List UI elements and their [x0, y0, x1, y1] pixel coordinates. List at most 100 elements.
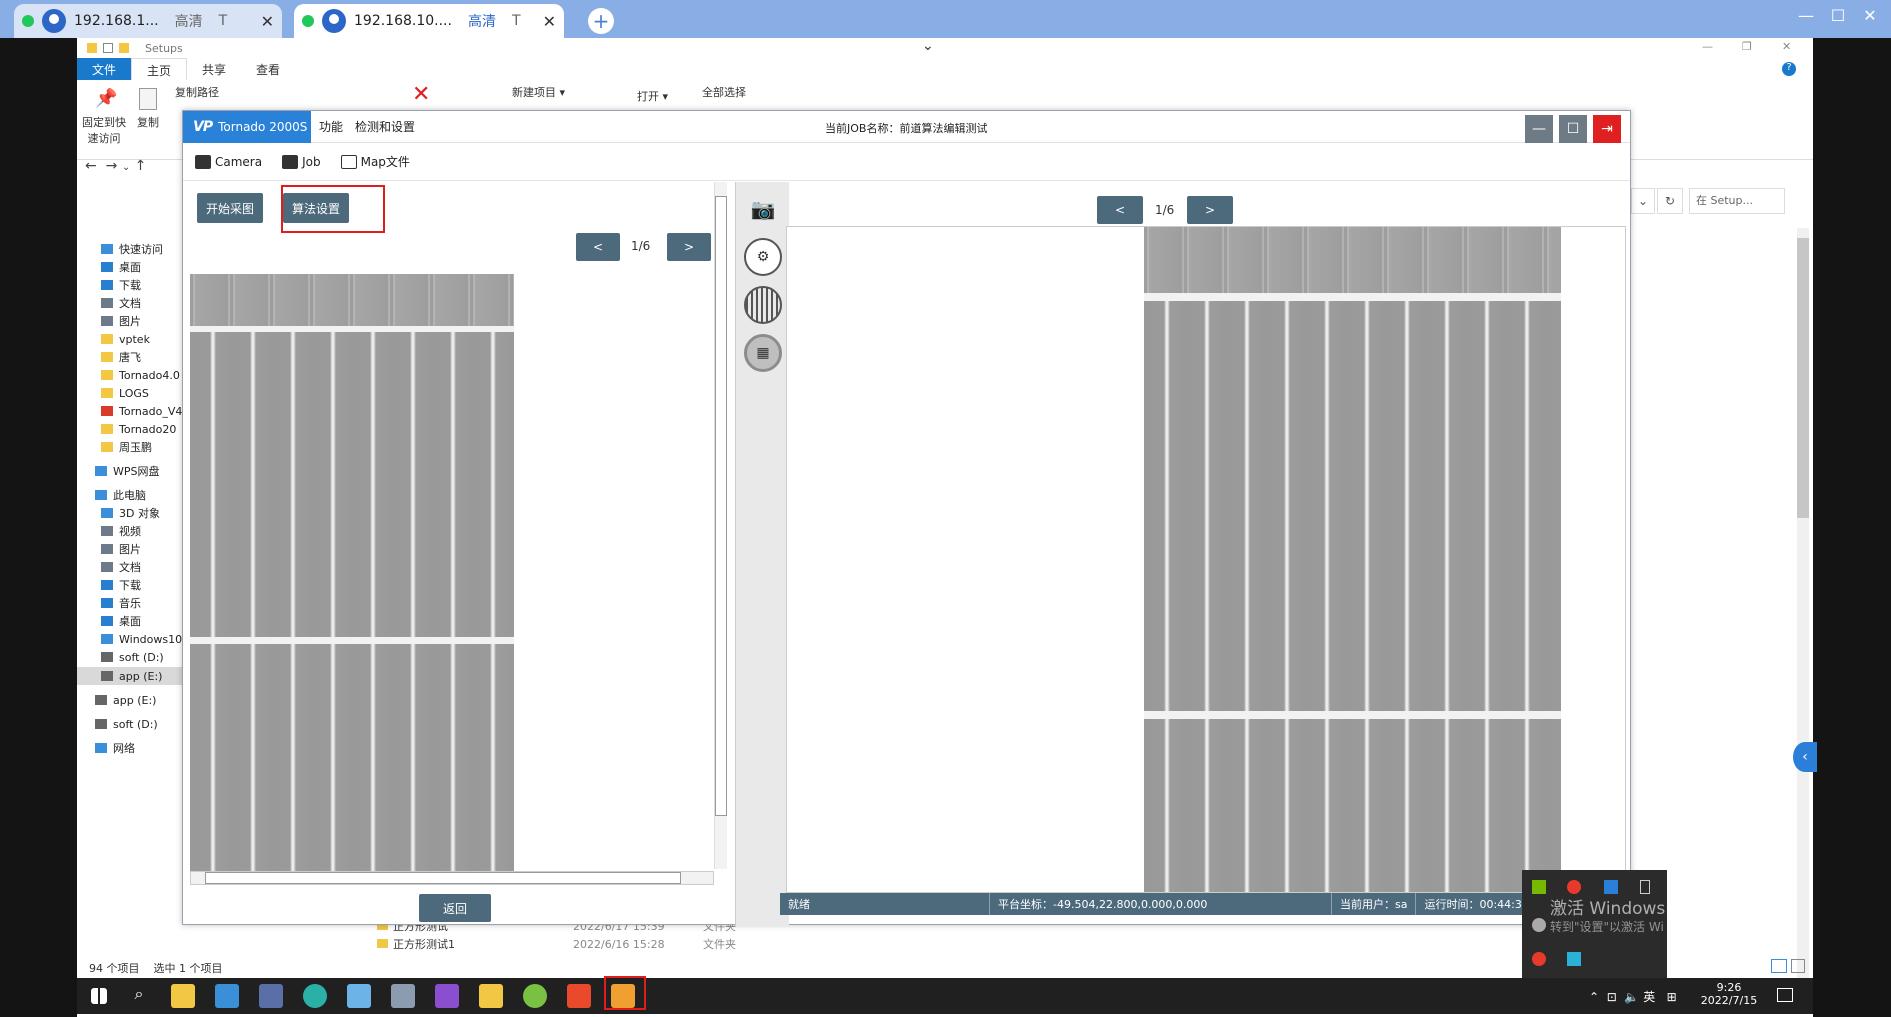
start-capture-button[interactable]: 开始采图: [197, 193, 263, 223]
select-all-button[interactable]: 全部选择: [702, 84, 746, 100]
nav-tree-item[interactable]: 桌面: [77, 258, 141, 276]
chevron-down-icon[interactable]: ⌄: [122, 162, 130, 173]
tornado-app-icon[interactable]: [567, 984, 591, 1008]
new-item-button[interactable]: 新建项目 ▾: [512, 84, 565, 100]
search-input[interactable]: 在 Setup...: [1689, 188, 1785, 214]
nav-tree-item[interactable]: 此电脑: [71, 486, 146, 504]
network-icon[interactable]: ⊡: [1607, 990, 1617, 1004]
nav-tree-item[interactable]: 音乐: [77, 594, 141, 612]
help-icon[interactable]: ?: [1782, 62, 1796, 76]
left-prev-button[interactable]: <: [576, 233, 620, 261]
nav-tree-item[interactable]: 下载: [77, 576, 141, 594]
minimize-icon[interactable]: —: [1790, 6, 1822, 25]
app-icon[interactable]: [523, 984, 547, 1008]
nav-tree-item[interactable]: soft (D:): [71, 715, 158, 733]
new-tab-button[interactable]: +: [588, 8, 614, 34]
left-next-button[interactable]: >: [667, 233, 711, 261]
visual-studio-icon[interactable]: [435, 984, 459, 1008]
file-row[interactable]: 正方形测试1 2022/6/16 15:28 文件夹: [377, 936, 736, 952]
nav-tree-item[interactable]: 下载: [77, 276, 141, 294]
app-minimize-button[interactable]: —: [1525, 115, 1553, 143]
nav-tree-item[interactable]: app (E:): [77, 667, 187, 685]
nav-tree-item[interactable]: soft (D:): [77, 648, 164, 666]
chevron-down-icon[interactable]: ⌄: [922, 38, 934, 54]
file-explorer-icon[interactable]: [479, 984, 503, 1008]
nav-tree-item[interactable]: 桌面: [77, 612, 141, 630]
restore-icon[interactable]: ❐: [1742, 40, 1752, 53]
left-horizontal-scrollbar[interactable]: [190, 871, 714, 885]
app-icon[interactable]: [1567, 952, 1581, 966]
nav-tree-item[interactable]: vptek: [77, 330, 150, 348]
settings-list-icon[interactable]: ⚙: [744, 238, 782, 276]
left-vertical-scrollbar[interactable]: [714, 182, 727, 869]
address-dropdown-icon[interactable]: ⌄: [1631, 188, 1655, 214]
camera-app-icon[interactable]: [391, 984, 415, 1008]
minimize-icon[interactable]: —: [1702, 40, 1713, 53]
remote-desktop-icon[interactable]: [259, 984, 283, 1008]
open-button[interactable]: 打开 ▾: [637, 88, 668, 104]
sogou-icon[interactable]: [1532, 952, 1546, 966]
nav-tree-item[interactable]: 图片: [77, 312, 141, 330]
camera-icon[interactable]: 📷: [744, 190, 782, 228]
nav-tree-item[interactable]: Tornado_V4: [77, 402, 182, 420]
nav-tree-item[interactable]: 快速访问: [77, 240, 163, 258]
nav-tree-item[interactable]: Windows10: [77, 630, 182, 648]
search-icon[interactable]: ⌕: [127, 984, 151, 1008]
menu-function[interactable]: 功能: [319, 118, 343, 135]
nav-tree-item[interactable]: Tornado4.0: [77, 366, 180, 384]
nav-tree-item[interactable]: 图片: [77, 540, 141, 558]
nav-tree-item[interactable]: app (E:): [71, 691, 156, 709]
nav-tree-item[interactable]: 视频: [77, 522, 141, 540]
details-view-icon[interactable]: [1771, 959, 1787, 973]
usb-icon[interactable]: [1640, 880, 1650, 894]
collapse-side-button[interactable]: ‹: [1793, 742, 1817, 772]
edge-browser-icon[interactable]: [303, 984, 327, 1008]
tab-view[interactable]: 查看: [241, 58, 295, 80]
up-arrow-icon[interactable]: ↑: [135, 158, 147, 174]
chevron-up-icon[interactable]: ⌃: [1589, 990, 1599, 1004]
windows-start-icon[interactable]: [91, 988, 107, 1004]
right-prev-button[interactable]: <: [1097, 196, 1143, 224]
nvidia-icon[interactable]: [1532, 880, 1546, 894]
nav-tree-item[interactable]: 文档: [77, 558, 141, 576]
nav-tree-item[interactable]: 周玉鹏: [77, 438, 152, 456]
close-tab-icon[interactable]: ✕: [543, 12, 556, 31]
browser-tab-2[interactable]: 192.168.10.... 高清 T ✕: [294, 4, 564, 38]
copy-button[interactable]: 复制: [133, 88, 163, 130]
image-view-icon[interactable]: ▦: [744, 334, 782, 372]
left-image-view[interactable]: [190, 274, 514, 871]
browser-tab-1[interactable]: 192.168.1... 高清 T ✕: [14, 4, 282, 38]
nav-tree-item[interactable]: 3D 对象: [77, 504, 160, 522]
nav-tree-item[interactable]: LOGS: [77, 384, 149, 402]
delete-icon[interactable]: ✕: [412, 82, 430, 107]
forward-arrow-icon[interactable]: →: [106, 158, 118, 174]
keyboard-icon[interactable]: ⊞: [1667, 990, 1677, 1004]
app-exit-button[interactable]: ⇥: [1593, 115, 1621, 143]
notification-icon[interactable]: [1777, 988, 1793, 1002]
clock[interactable]: 9:26 2022/7/15: [1699, 981, 1759, 1007]
app-icon[interactable]: [215, 984, 239, 1008]
checkbox-icon[interactable]: [103, 43, 113, 53]
right-image-view[interactable]: [786, 226, 1626, 893]
camera-button[interactable]: Camera: [195, 154, 262, 169]
tab-share[interactable]: 共享: [187, 58, 241, 80]
sticky-notes-icon[interactable]: [171, 984, 195, 1008]
explorer-scrollbar[interactable]: [1797, 228, 1809, 978]
right-next-button[interactable]: >: [1187, 196, 1233, 224]
nav-tree-item[interactable]: 文档: [77, 294, 141, 312]
close-tab-icon[interactable]: ✕: [261, 12, 274, 31]
nav-tree-item[interactable]: Tornado20: [77, 420, 176, 438]
app-icon[interactable]: [347, 984, 371, 1008]
volume-icon[interactable]: 🔈: [1624, 990, 1639, 1004]
refresh-icon[interactable]: ↻: [1657, 188, 1683, 214]
close-icon[interactable]: ✕: [1854, 6, 1886, 25]
map-file-button[interactable]: Map文件: [340, 153, 410, 170]
app-maximize-button[interactable]: ☐: [1559, 115, 1587, 143]
wps-icon[interactable]: [1567, 880, 1581, 894]
back-arrow-icon[interactable]: ←: [85, 158, 97, 174]
ime-indicator[interactable]: 英: [1643, 990, 1655, 1004]
nav-tree-item[interactable]: 网络: [71, 739, 135, 757]
tab-file[interactable]: 文件: [77, 58, 132, 80]
menu-detect-settings[interactable]: 检测和设置: [355, 118, 415, 135]
nav-tree-item[interactable]: WPS网盘: [71, 462, 160, 480]
